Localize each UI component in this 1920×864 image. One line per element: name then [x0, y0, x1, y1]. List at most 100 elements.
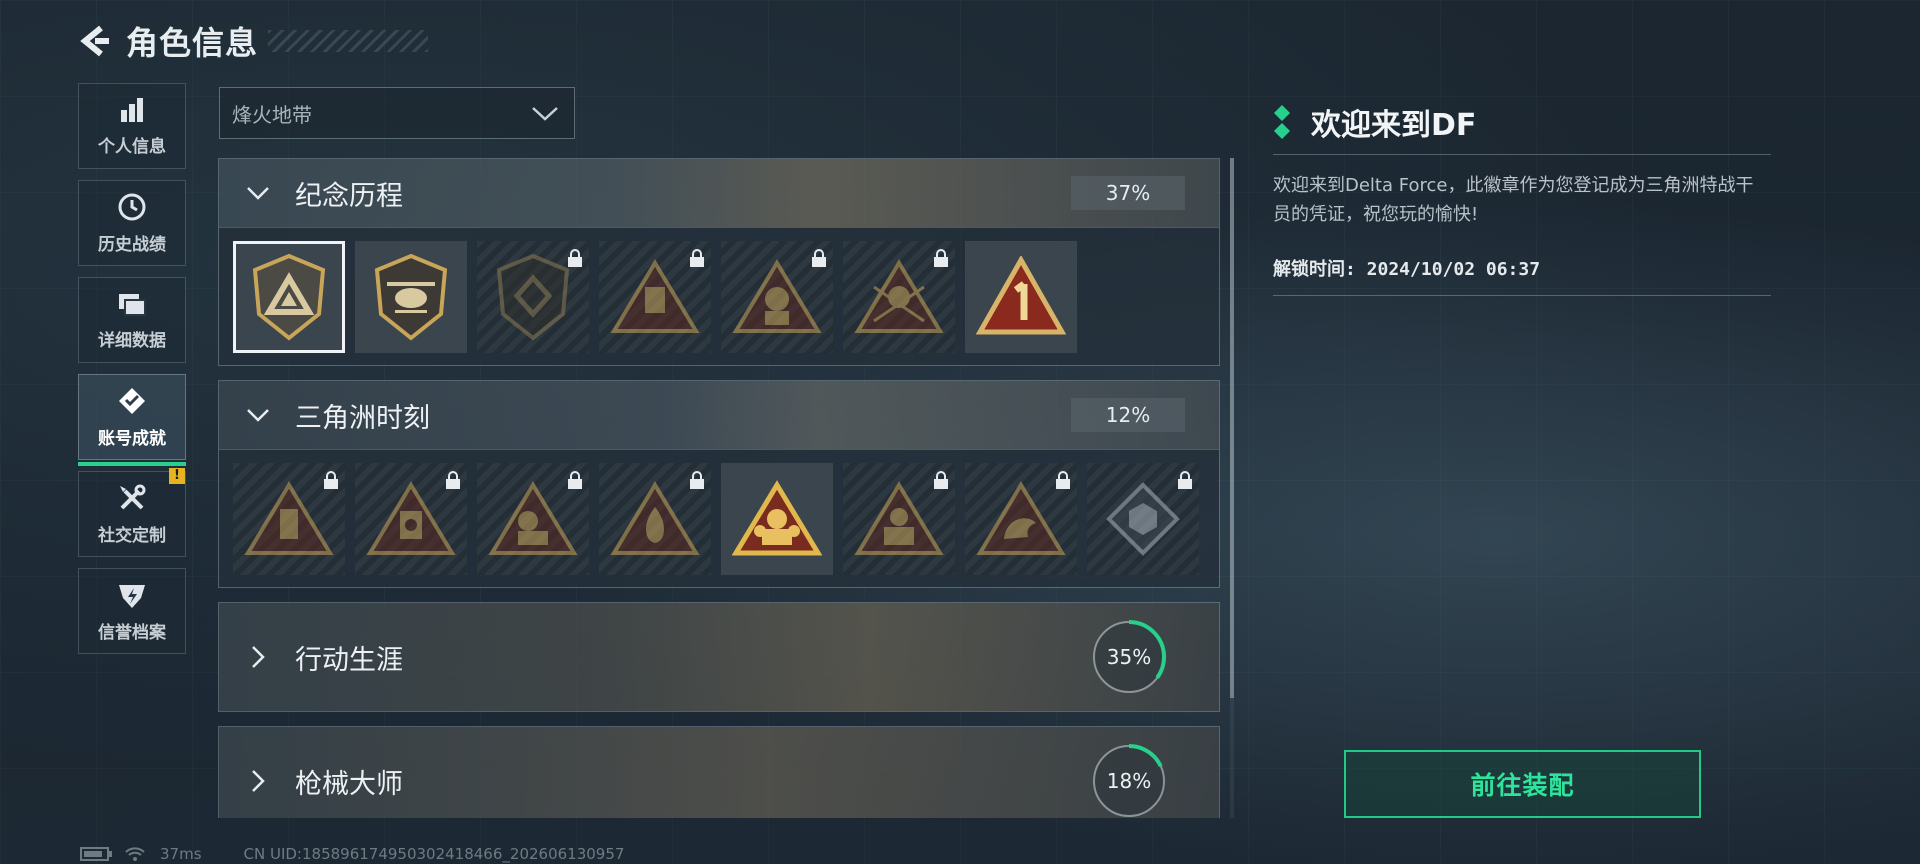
lock-icon — [812, 249, 826, 267]
number-one-emblem-icon — [976, 256, 1066, 335]
chevron-right-icon — [243, 644, 273, 670]
category-progress-ring: 18% — [1091, 743, 1167, 818]
badge-squad-emblem[interactable] — [721, 463, 833, 575]
detail-title: 欢迎来到DF — [1311, 108, 1477, 143]
category-name: 三角洲时刻 — [295, 402, 430, 434]
category-progress: 18% — [1106, 769, 1152, 793]
sidebar-item-personal-info[interactable]: 个人信息 — [78, 83, 186, 169]
lock-icon — [324, 471, 338, 489]
badge-medic-emblem[interactable] — [477, 463, 589, 575]
header: 角色信息 — [76, 16, 429, 66]
lock-icon — [934, 471, 948, 489]
category-header[interactable]: 纪念历程 37% — [219, 159, 1219, 227]
category-name: 纪念历程 — [295, 180, 403, 212]
lock-icon — [1056, 471, 1070, 489]
flame-emblem-icon — [610, 481, 700, 555]
category-name: 行动生涯 — [295, 644, 403, 676]
sidebar-item-label: 社交定制 — [98, 525, 166, 546]
badge-soldier-emblem[interactable] — [843, 241, 955, 353]
category-delta-moments: 三角洲时刻 12% — [218, 380, 1220, 588]
usb-emblem-icon — [244, 481, 334, 555]
lock-icon — [690, 249, 704, 267]
diamond-marker-icon — [1274, 105, 1290, 139]
chevron-down-icon — [532, 107, 558, 121]
detail-description: 欢迎来到Delta Force，此徽章作为您登记成为三角洲特战干员的凭证，祝您玩… — [1273, 175, 1754, 225]
back-button[interactable] — [76, 21, 116, 61]
notification-badge: ! — [169, 468, 185, 484]
category-weapon-master: 枪械大师 18% — [218, 726, 1220, 818]
chevron-right-icon — [243, 768, 273, 794]
go-to-equip-button[interactable]: 前往装配 — [1344, 750, 1701, 818]
cube-emblem-icon — [1106, 482, 1180, 556]
category-operation-career: 行动生涯 35% — [218, 602, 1220, 712]
soldier-emblem-icon — [854, 259, 944, 333]
battery-icon — [80, 847, 112, 861]
sidebar-item-label: 账号成就 — [98, 428, 166, 449]
sidebar: 个人信息 历史战绩 详细数据 账号成就 ! 社交定制 信誉档案 — [78, 83, 186, 665]
chevron-down-icon — [243, 184, 273, 202]
lock-icon — [568, 471, 582, 489]
category-progress: 37% — [1071, 176, 1185, 210]
sidebar-item-history[interactable]: 历史战绩 — [78, 180, 186, 266]
sidebar-item-achievements[interactable]: 账号成就 — [78, 374, 186, 466]
badge-diamond-emblem[interactable] — [477, 241, 589, 353]
detail-title-row: 欢迎来到DF — [1273, 100, 1771, 144]
badge-portrait-emblem[interactable] — [721, 241, 833, 353]
dragon-emblem-icon — [976, 481, 1066, 555]
sidebar-item-reputation[interactable]: 信誉档案 — [78, 568, 186, 654]
badge-row — [219, 449, 1219, 587]
unlock-time: 解锁时间: 2024/10/02 06:37 — [1273, 259, 1541, 280]
sidebar-item-label: 个人信息 — [98, 136, 166, 157]
shield-icon — [119, 584, 145, 608]
folders-icon — [119, 293, 146, 316]
sidebar-item-label: 信誉档案 — [98, 622, 166, 643]
medic-emblem-icon — [488, 481, 578, 555]
category-name: 枪械大师 — [295, 768, 403, 800]
hero-emblem-icon — [854, 481, 944, 555]
mode-select-dropdown[interactable]: 烽火地带 — [219, 87, 575, 139]
status-footer: 37ms CN UID:18589617495030241846​6_20260… — [80, 844, 624, 864]
badge-triangle-emblem[interactable] — [233, 241, 345, 353]
button-label: 前往装配 — [1470, 771, 1575, 800]
badge-flame-emblem[interactable] — [599, 463, 711, 575]
category-progress: 12% — [1071, 398, 1185, 432]
badge-cube-emblem[interactable] — [1087, 463, 1199, 575]
lock-icon — [568, 249, 582, 267]
tools-icon — [120, 484, 146, 509]
sidebar-item-label: 历史战绩 — [98, 234, 166, 255]
uid-text: CN UID:18589617495030241846​6_2026061309… — [243, 845, 625, 863]
category-header[interactable]: 枪械大师 18% — [219, 727, 1219, 818]
divider — [1273, 295, 1771, 296]
dropdown-selected-value: 烽火地带 — [232, 102, 312, 127]
badge-usb-emblem[interactable] — [233, 463, 345, 575]
clock-icon — [118, 193, 146, 220]
back-arrow-icon — [80, 25, 109, 57]
robot-emblem-icon — [610, 259, 700, 333]
ping-text: 37ms — [160, 845, 202, 863]
portrait-emblem-icon — [732, 259, 822, 333]
wifi-icon — [125, 847, 145, 861]
lock-icon — [934, 249, 948, 267]
achievement-detail-panel: 欢迎来到DF 欢迎来到Delta Force，此徽章作为您登记成为三角洲特战干员… — [1273, 100, 1771, 296]
lock-icon — [1178, 471, 1192, 489]
diamond-emblem-icon — [496, 253, 570, 341]
category-memorial: 纪念历程 37% — [218, 158, 1220, 366]
sidebar-item-social[interactable]: ! 社交定制 — [78, 468, 186, 557]
badge-number-one-emblem[interactable] — [965, 241, 1077, 353]
badge-hero-emblem[interactable] — [843, 463, 955, 575]
skull-emblem-icon — [366, 481, 456, 555]
badge-robot-emblem[interactable] — [599, 241, 711, 353]
category-header[interactable]: 三角洲时刻 12% — [219, 381, 1219, 449]
badge-dragon-emblem[interactable] — [965, 463, 1077, 575]
badge-helicopter-emblem[interactable] — [355, 241, 467, 353]
category-header[interactable]: 行动生涯 35% — [219, 603, 1219, 711]
achievement-category-list: 纪念历程 37% 三角洲时刻 12% 行动生涯 35% 枪械大师 18% — [218, 158, 1220, 818]
sidebar-item-details[interactable]: 详细数据 — [78, 277, 186, 363]
helicopter-emblem-icon — [374, 253, 448, 341]
lock-icon — [690, 471, 704, 489]
bar-chart-icon — [121, 97, 143, 122]
badge-skull-emblem[interactable] — [355, 463, 467, 575]
squad-emblem-icon — [732, 480, 822, 556]
scrollbar-thumb[interactable] — [1230, 158, 1234, 698]
achievement-icon — [119, 387, 145, 414]
